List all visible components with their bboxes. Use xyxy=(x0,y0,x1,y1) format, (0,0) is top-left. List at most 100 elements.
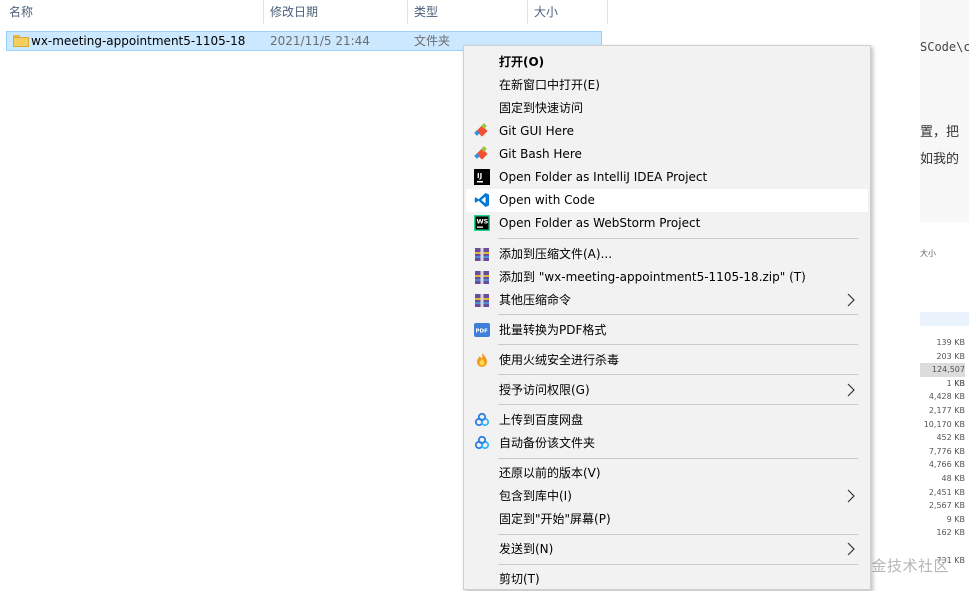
menu-item-antivirus[interactable]: 使用火绒安全进行杀毒 xyxy=(466,349,868,372)
menu-item-label: 上传到百度网盘 xyxy=(499,413,584,427)
git-icon xyxy=(474,146,488,160)
size-value: 2,177 KB xyxy=(928,405,965,415)
baidu-netdisk-icon xyxy=(474,435,490,450)
winrar-icon xyxy=(475,294,489,307)
column-divider[interactable] xyxy=(407,0,408,24)
menu-item-label: 包含到库中(I) xyxy=(499,489,572,503)
folder-icon xyxy=(13,35,29,47)
winrar-icon xyxy=(475,271,489,284)
menu-item-webstorm[interactable]: WS Open Folder as WebStorm Project xyxy=(466,212,868,235)
context-menu: 打开(O) 在新窗口中打开(E) 固定到快速访问 Git GUI Here Gi… xyxy=(463,45,871,590)
vscode-icon xyxy=(474,193,489,207)
chevron-right-icon xyxy=(847,542,855,556)
webstorm-icon: WS xyxy=(474,215,490,231)
column-header-date[interactable]: 修改日期 xyxy=(270,0,318,24)
menu-item-cut[interactable]: 剪切(T) xyxy=(466,568,868,591)
size-value: 124,507 KB xyxy=(920,363,965,388)
menu-item-label: 其他压缩命令 xyxy=(499,293,572,307)
winrar-icon xyxy=(475,248,489,261)
menu-item-add-archive[interactable]: 添加到压缩文件(A)... xyxy=(466,243,868,266)
background-size-list: 139 KB 203 KB 124,507 KB 1 KB 4,428 KB 2… xyxy=(920,336,965,567)
menu-item-add-zip[interactable]: 添加到 "wx-meeting-appointment5-1105-18.zip… xyxy=(466,266,868,289)
size-value: 4,766 KB xyxy=(928,460,965,470)
column-divider[interactable] xyxy=(263,0,264,24)
menu-item-pin-start[interactable]: 固定到"开始"屏幕(P) xyxy=(466,508,868,531)
menu-item-label: Git Bash Here xyxy=(499,147,582,161)
file-type: 文件夹 xyxy=(414,34,451,48)
file-date: 2021/11/5 21:44 xyxy=(270,34,370,48)
size-value: 162 KB xyxy=(936,528,965,538)
size-value: 2,451 KB xyxy=(928,487,965,497)
menu-item-grant-access[interactable]: 授予访问权限(G) xyxy=(466,379,868,402)
menu-item-auto-backup[interactable]: 自动备份该文件夹 xyxy=(466,432,868,455)
menu-item-intellij[interactable]: IJ Open Folder as IntelliJ IDEA Project xyxy=(466,166,868,189)
menu-item-upload-baidu[interactable]: 上传到百度网盘 xyxy=(466,409,868,432)
menu-separator xyxy=(498,314,858,315)
menu-item-label: 添加到压缩文件(A)... xyxy=(499,247,613,261)
menu-item-label: 在新窗口中打开(E) xyxy=(499,78,600,92)
menu-item-git-bash[interactable]: Git Bash Here xyxy=(466,143,868,166)
size-value: 10,170 KB xyxy=(923,419,965,429)
huorong-icon xyxy=(477,353,487,367)
column-header-size[interactable]: 大小 xyxy=(534,0,558,24)
size-value: 7,776 KB xyxy=(928,446,965,456)
size-value: 1 KB xyxy=(946,378,965,388)
menu-item-label: 固定到"开始"屏幕(P) xyxy=(499,512,611,526)
menu-item-label: Open with Code xyxy=(499,193,595,207)
menu-item-include-library[interactable]: 包含到库中(I) xyxy=(466,485,868,508)
svg-text:IJ: IJ xyxy=(477,172,482,180)
column-divider[interactable] xyxy=(527,0,528,24)
menu-item-pin-quick-access[interactable]: 固定到快速访问 xyxy=(466,97,868,120)
column-header-name[interactable]: 名称 xyxy=(9,0,33,24)
menu-item-label: 剪切(T) xyxy=(499,572,540,586)
menu-item-label: 打开(O) xyxy=(499,55,545,69)
menu-item-label: 使用火绒安全进行杀毒 xyxy=(499,353,620,367)
size-value: 452 KB xyxy=(936,433,965,443)
background-selected-row xyxy=(920,312,969,326)
menu-item-label: Git GUI Here xyxy=(499,124,575,138)
menu-item-git-gui[interactable]: Git GUI Here xyxy=(466,120,868,143)
menu-item-label: 批量转换为PDF格式 xyxy=(499,323,607,337)
menu-item-other-compress[interactable]: 其他压缩命令 xyxy=(466,289,868,312)
sort-indicator-icon: ˇ xyxy=(128,0,133,5)
menu-item-open-new-window[interactable]: 在新窗口中打开(E) xyxy=(466,74,868,97)
size-value: 139 KB xyxy=(936,338,965,347)
size-value: 9 KB xyxy=(946,514,965,524)
menu-separator xyxy=(498,404,858,405)
menu-separator xyxy=(498,374,858,375)
size-value: 203 KB xyxy=(936,351,965,361)
column-divider[interactable] xyxy=(607,0,608,24)
svg-text:WS: WS xyxy=(477,218,489,226)
menu-item-label: 添加到 "wx-meeting-appointment5-1105-18.zip… xyxy=(499,270,806,284)
size-value: 48 KB xyxy=(941,473,965,483)
size-value xyxy=(920,540,965,554)
menu-item-restore-versions[interactable]: 还原以前的版本(V) xyxy=(466,462,868,485)
column-header-type[interactable]: 类型 xyxy=(414,0,438,24)
size-value: 4,428 KB xyxy=(928,392,965,402)
menu-item-open-with-code[interactable]: Open with Code xyxy=(466,189,868,212)
background-text-line: 置，把 xyxy=(920,125,960,140)
menu-item-label: Open Folder as IntelliJ IDEA Project xyxy=(499,170,708,184)
background-size-header: 大小 xyxy=(920,249,936,258)
menu-item-label: 还原以前的版本(V) xyxy=(499,466,601,480)
background-text-line: 如我的 xyxy=(920,152,960,167)
baidu-netdisk-icon xyxy=(474,412,490,427)
chevron-right-icon xyxy=(847,293,855,307)
menu-item-open[interactable]: 打开(O) xyxy=(466,51,868,74)
menu-item-label: 发送到(N) xyxy=(499,542,554,556)
menu-separator xyxy=(498,564,858,565)
menu-item-convert-pdf[interactable]: PDF 批量转换为PDF格式 xyxy=(466,319,868,342)
file-name: wx-meeting-appointment5-1105-18 xyxy=(31,34,246,48)
background-window: SCode\co 置，把 如我的 大小 139 KB 203 KB 124,50… xyxy=(920,0,969,584)
intellij-icon: IJ xyxy=(474,169,490,185)
chevron-right-icon xyxy=(847,383,855,397)
background-path-text: SCode\co xyxy=(920,40,969,54)
menu-item-label: Open Folder as WebStorm Project xyxy=(499,216,701,230)
svg-text:PDF: PDF xyxy=(476,329,489,335)
git-icon xyxy=(474,123,488,137)
menu-item-label: 固定到快速访问 xyxy=(499,101,584,115)
menu-item-send-to[interactable]: 发送到(N) xyxy=(466,538,868,561)
menu-separator xyxy=(498,344,858,345)
chevron-right-icon xyxy=(847,489,855,503)
menu-item-label: 授予访问权限(G) xyxy=(499,383,590,397)
